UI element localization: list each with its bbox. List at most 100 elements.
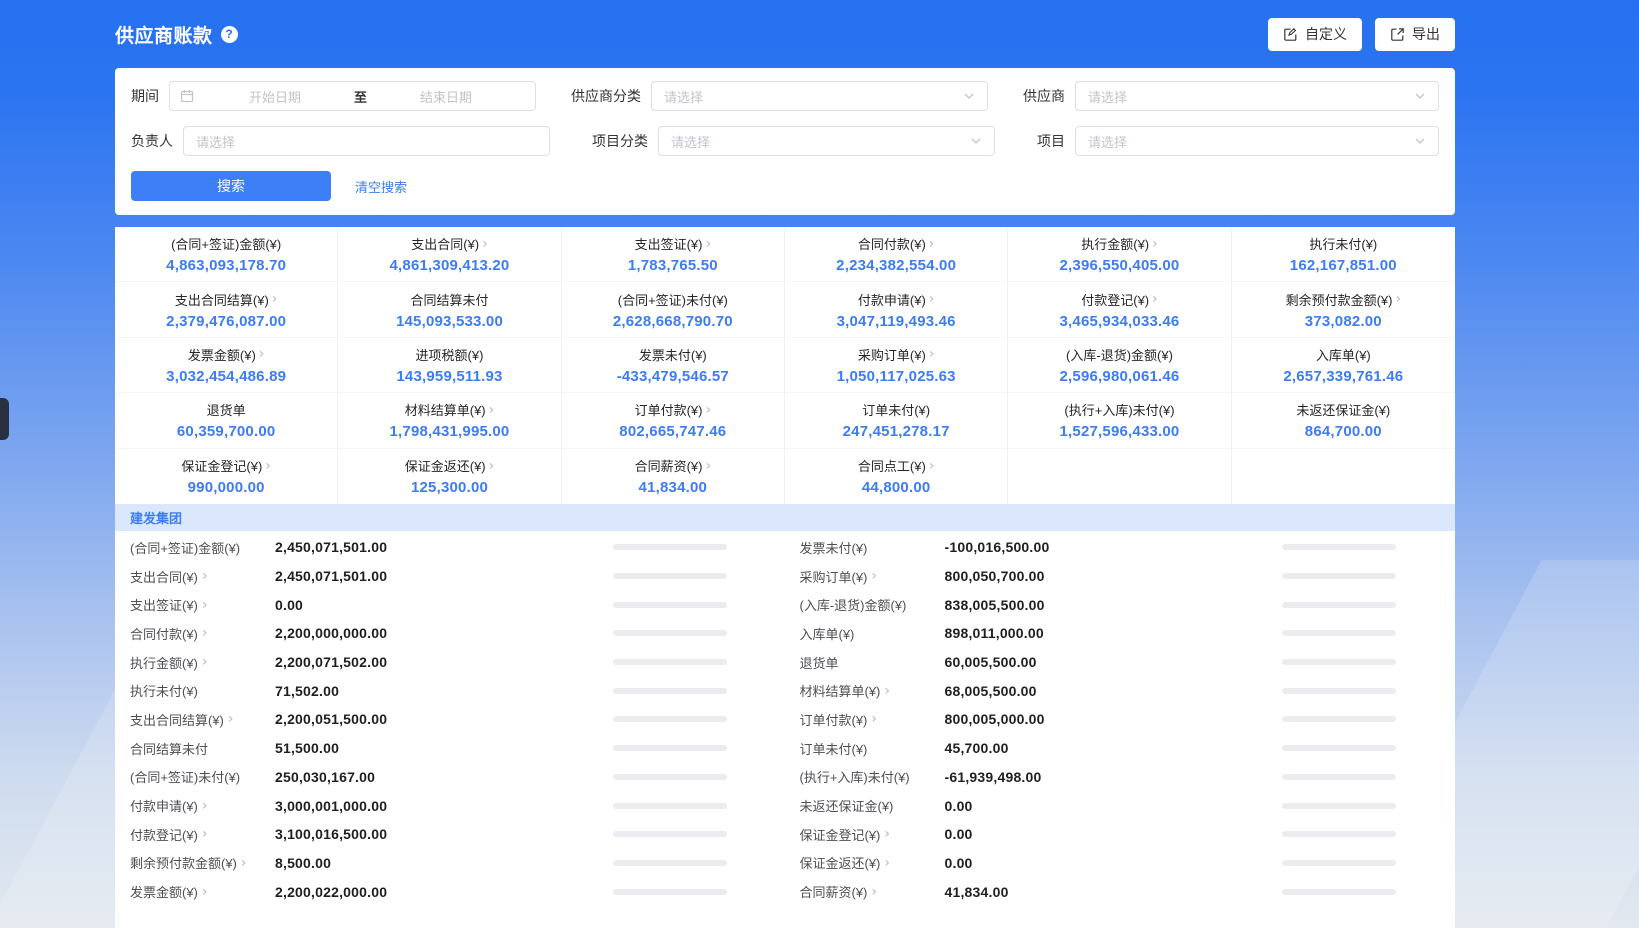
summary-cell[interactable]: 付款申请(¥) › 3,047,119,493.46 [785,282,1008,337]
project-label: 项目 [1037,131,1065,151]
group-metric-label[interactable]: 付款申请(¥) › [130,796,275,815]
group-metric-label[interactable]: 合同薪资(¥) › [800,882,945,901]
start-date-placeholder[interactable]: 开始日期 [196,87,354,106]
summary-cell[interactable]: 订单付款(¥) › 802,665,747.46 [562,393,785,448]
chevron-right-icon: › [1152,292,1158,306]
summary-cell[interactable]: 材料结算单(¥) › 1,798,431,995.00 [338,393,561,448]
chevron-right-icon: › [489,459,495,473]
group-metric-label[interactable]: 合同付款(¥) › [130,624,275,643]
group-metric-value: 2,200,000,000.00 [275,625,387,641]
group-metric-label: 执行未付(¥) [130,681,275,700]
group-metric-label[interactable]: 保证金登记(¥) › [800,825,945,844]
customize-button[interactable]: 自定义 [1268,18,1362,51]
group-metric-label[interactable]: 执行金额(¥) › [130,653,275,672]
summary-cell: 退货单 60,359,700.00 [115,393,338,448]
group-metric-bar [1282,630,1396,636]
chevron-right-icon: › [929,237,935,251]
summary-metric-value: 4,861,309,413.20 [390,257,510,274]
group-metric-label: 未返还保证金(¥) [800,796,945,815]
group-metric-label[interactable]: 保证金返还(¥) › [800,853,945,872]
summary-metric-label: 保证金返还(¥) [405,456,486,475]
summary-cell: 订单未付(¥) 247,451,278.17 [785,393,1008,448]
group-metric-label[interactable]: 剩余预付款金额(¥) › [130,853,275,872]
group-metric-label[interactable]: 采购订单(¥) › [800,567,945,586]
summary-metric-label: 支出合同结算(¥) [175,290,269,309]
group-metric-label: 入库单(¥) [800,624,945,643]
group-metric-label[interactable]: 支出合同(¥) › [130,567,275,586]
summary-cell[interactable]: 支出合同(¥) › 4,861,309,413.20 [338,227,561,282]
summary-cell[interactable]: 保证金登记(¥) › 990,000.00 [115,449,338,504]
summary-cell: 未返还保证金(¥) 864,700.00 [1232,393,1455,448]
project-select[interactable]: 请选择 [1075,126,1439,156]
select-placeholder: 请选择 [196,132,235,151]
summary-metric-value: 125,300.00 [411,479,488,496]
date-range-input[interactable]: 开始日期 至 结束日期 [169,81,536,111]
export-icon [1390,27,1405,42]
group-metric-bar [1282,659,1396,665]
chevron-right-icon: › [705,237,711,251]
chevron-right-icon: › [265,459,271,473]
page-title: 供应商账款 [115,21,213,48]
summary-cell[interactable]: 付款登记(¥) › 3,465,934,033.46 [1008,282,1231,337]
group-metric-label[interactable]: 支出合同结算(¥) › [130,710,275,729]
summary-metric-label: 支出签证(¥) [635,234,703,253]
summary-metric-label: (执行+入库)未付(¥) [1064,400,1174,419]
chevron-right-icon: › [884,827,890,841]
chevron-right-icon: › [705,403,711,417]
group-metric-value: 3,100,016,500.00 [275,826,387,842]
search-button[interactable]: 搜索 [131,171,331,201]
summary-cell[interactable]: 剩余预付款金额(¥) › 373,082.00 [1232,282,1455,337]
group-metric-value: 0.00 [945,855,973,871]
group-metric-value: -100,016,500.00 [945,539,1050,555]
summary-cell: 执行未付(¥) 162,167,851.00 [1232,227,1455,282]
chevron-right-icon: › [202,598,208,612]
group-metric-label: 退货单 [800,653,945,672]
summary-metric-value: 1,527,596,433.00 [1060,423,1180,440]
group-metric-bar [1282,688,1396,694]
drawer-handle[interactable] [0,398,9,440]
summary-cell[interactable]: 支出合同结算(¥) › 2,379,476,087.00 [115,282,338,337]
group-metric-bar [613,716,727,722]
chevron-down-icon [970,135,982,147]
group-metric-label[interactable]: 发票金额(¥) › [130,882,275,901]
owner-select[interactable]: 请选择 [183,126,550,156]
group-metric-row: 支出合同(¥) › 2,450,071,501.00 [130,562,727,591]
summary-metric-value: -433,479,546.57 [617,368,729,385]
group-metric-label[interactable]: 材料结算单(¥) › [800,681,945,700]
group-metric-label: (入库-退货)金额(¥) [800,595,945,614]
supplier-select[interactable]: 请选择 [1075,81,1439,111]
group-metric-label[interactable]: 订单付款(¥) › [800,710,945,729]
summary-cell[interactable]: 执行金额(¥) › 2,396,550,405.00 [1008,227,1231,282]
export-button[interactable]: 导出 [1375,18,1455,51]
project-category-select[interactable]: 请选择 [658,126,995,156]
supplier-category-select[interactable]: 请选择 [651,81,988,111]
summary-cell[interactable]: 支出签证(¥) › 1,783,765.50 [562,227,785,282]
chevron-right-icon: › [929,459,935,473]
summary-metric-label: 进项税额(¥) [416,345,484,364]
end-date-placeholder[interactable]: 结束日期 [367,87,525,106]
summary-metric-value: 1,050,117,025.63 [837,368,956,385]
group-metric-label[interactable]: 支出签证(¥) › [130,595,275,614]
group-metric-label[interactable]: 付款登记(¥) › [130,825,275,844]
supplier-accounts-page: 供应商账款 ? 自定义 导出 期间 [0,0,1639,928]
clear-search-link[interactable]: 清空搜索 [355,177,407,196]
summary-metric-value: 162,167,851.00 [1290,257,1397,274]
summary-metric-value: 3,465,934,033.46 [1060,313,1180,330]
summary-cell[interactable]: 采购订单(¥) › 1,050,117,025.63 [785,338,1008,393]
group-metric-row: 保证金返还(¥) › 0.00 [800,849,1397,878]
summary-cell[interactable]: 合同付款(¥) › 2,234,382,554.00 [785,227,1008,282]
summary-cell[interactable]: 发票金额(¥) › 3,032,454,486.89 [115,338,338,393]
group-metric-row: 合同付款(¥) › 2,200,000,000.00 [130,619,727,648]
help-icon[interactable]: ? [221,26,238,43]
summary-cell[interactable]: 保证金返还(¥) › 125,300.00 [338,449,561,504]
summary-metric-value: 3,047,119,493.46 [837,313,956,330]
summary-metric-value: 2,628,668,790.70 [613,313,733,330]
calendar-icon [180,89,194,103]
summary-metric-value: 41,834.00 [639,479,708,496]
group-metric-row: (执行+入库)未付(¥) -61,939,498.00 [800,763,1397,792]
group-metric-label: 合同结算未付 [130,739,275,758]
summary-cell[interactable]: 合同薪资(¥) › 41,834.00 [562,449,785,504]
summary-metric-value: 145,093,533.00 [396,313,503,330]
summary-cell[interactable]: 合同点工(¥) › 44,800.00 [785,449,1008,504]
group-metric-bar [1282,860,1396,866]
